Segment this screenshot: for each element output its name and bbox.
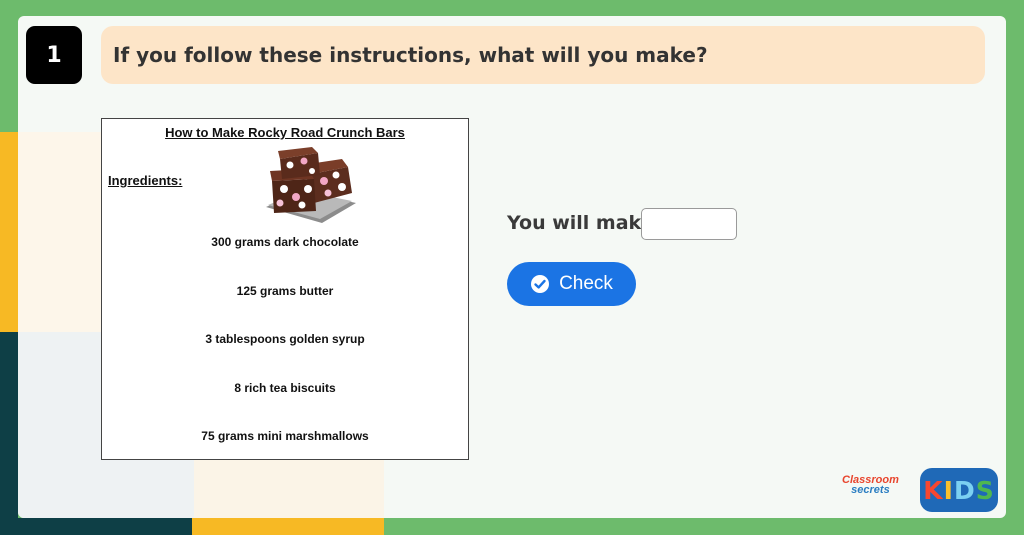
check-button-label: Check xyxy=(559,273,613,294)
kids-logo-letter: I xyxy=(943,475,954,505)
question-text: If you follow these instructions, what w… xyxy=(113,43,708,67)
background-stripe-yellow-bottom xyxy=(192,518,384,535)
classroom-secrets-logo: Classroom secrets xyxy=(842,475,899,496)
ingredient-item: 125 grams butter xyxy=(236,284,334,298)
background-stripe-dark-bottom xyxy=(0,518,192,535)
kids-logo-letter: S xyxy=(975,475,995,505)
rocky-road-bars-image xyxy=(266,147,356,223)
question-text-bar: If you follow these instructions, what w… xyxy=(101,26,985,84)
question-card: 1 If you follow these instructions, what… xyxy=(18,16,1006,518)
ingredients-heading: Ingredients: xyxy=(108,173,183,188)
ingredient-item: 3 tablespoons golden syrup xyxy=(205,332,365,346)
recipe-card: How to Make Rocky Road Crunch Bars Ingre… xyxy=(101,118,469,460)
logo-text-secrets: secrets xyxy=(851,484,890,496)
background-stripe-yellow xyxy=(0,132,18,332)
check-button[interactable]: Check xyxy=(507,262,636,306)
answer-input[interactable] xyxy=(641,208,737,240)
ingredient-item: 8 rich tea biscuits xyxy=(234,381,336,395)
ingredient-item: 300 grams dark chocolate xyxy=(211,235,359,249)
ingredient-item: 75 grams mini marshmallows xyxy=(201,429,369,443)
background-stripe-dark xyxy=(0,332,18,535)
question-number-badge: 1 xyxy=(26,26,82,84)
recipe-title: How to Make Rocky Road Crunch Bars xyxy=(165,125,405,140)
kids-logo-letter: K xyxy=(923,475,944,505)
answer-label: You will make xyxy=(507,212,654,234)
kids-logo-letter: D xyxy=(953,475,976,505)
check-circle-icon xyxy=(531,275,550,293)
kids-logo: KIDS xyxy=(920,468,998,512)
